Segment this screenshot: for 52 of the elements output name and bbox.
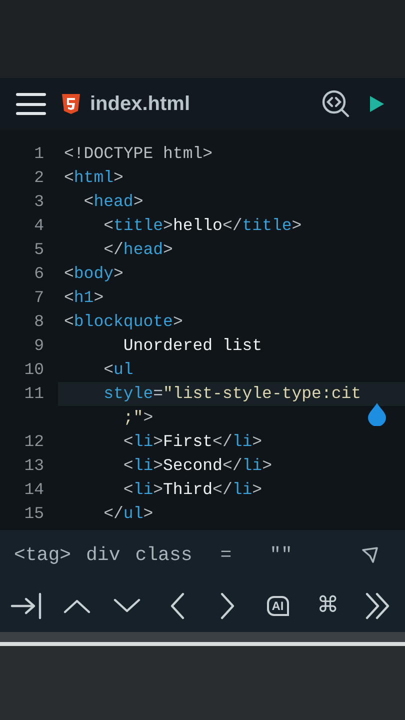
line-number: 7 [33, 286, 44, 309]
code-line: <head> [82, 191, 144, 213]
key-button[interactable]: AI [260, 586, 295, 626]
line-number: 10 [23, 358, 44, 381]
play-icon[interactable] [369, 95, 385, 113]
code-line: <title>hello</title> [102, 215, 303, 237]
snippet-button[interactable]: <tag> [14, 540, 72, 570]
line-number: 2 [33, 166, 44, 189]
chevron-right-icon [220, 592, 236, 620]
code-line: Unordered list [122, 335, 264, 357]
html5-icon [61, 93, 81, 115]
code-line: <li>Second</li> [122, 455, 273, 477]
code-line: <!DOCTYPE html> [63, 143, 214, 165]
line-number: 8 [33, 310, 44, 333]
snippet-button[interactable]: = [220, 540, 232, 570]
menu-button[interactable] [16, 92, 46, 116]
chevron-down-icon [113, 598, 142, 614]
line-number: 6 [33, 262, 44, 285]
code-line: <blockquote> [63, 311, 184, 333]
double-chevron-icon [364, 592, 391, 620]
line-number: 9 [33, 334, 44, 357]
line-number: 5 [33, 238, 44, 261]
snippet-button[interactable]: div [86, 540, 120, 570]
send-icon[interactable] [361, 546, 379, 564]
code-line: <body> [63, 263, 124, 285]
line-number: 14 [23, 478, 44, 501]
code-line: ;"> [122, 407, 154, 429]
line-number: 13 [23, 454, 44, 477]
command-icon: ⌘ [316, 595, 339, 617]
code-search-icon[interactable] [321, 89, 351, 119]
code-line: <ul [102, 359, 134, 381]
line-number: 11 [23, 382, 44, 405]
snippet-button[interactable]: "" [270, 540, 292, 570]
code-line: <html> [63, 167, 124, 189]
tab-arrow-icon [10, 591, 44, 621]
snippet-button[interactable]: class [135, 540, 192, 570]
code-line: </ul> [102, 503, 154, 525]
key-button[interactable]: ⌘ [310, 586, 345, 626]
line-number: 4 [33, 214, 44, 237]
line-number: 3 [33, 190, 44, 213]
code-line: <li>Third</li> [122, 479, 264, 501]
ai-icon: AI [266, 596, 289, 616]
cursor-handle[interactable] [367, 402, 387, 426]
chevron-left-icon [169, 592, 186, 620]
code-line: </head> [102, 239, 174, 261]
file-title: index.html [90, 92, 190, 117]
line-number: 12 [23, 430, 44, 453]
code-line: <h1> [63, 287, 105, 309]
code-line: <li>First</li> [122, 431, 264, 453]
line-number: 1 [33, 142, 44, 165]
line-number: 15 [23, 502, 44, 525]
chevron-up-icon [63, 598, 92, 614]
